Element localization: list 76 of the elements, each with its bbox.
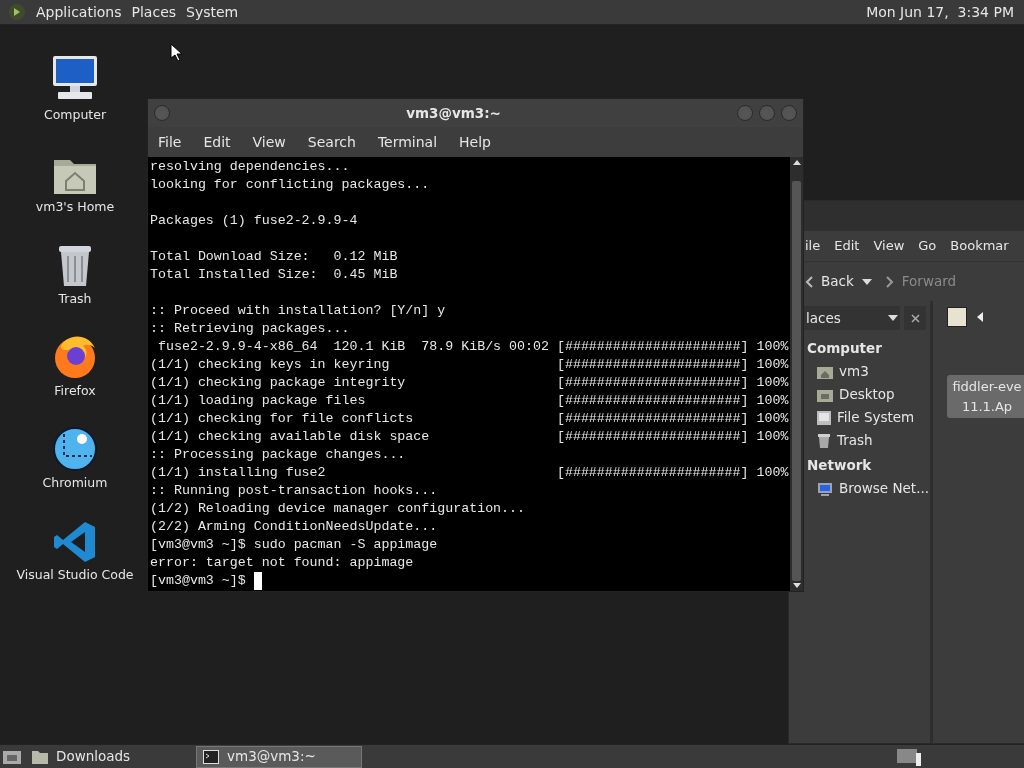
menu-item[interactable]: Go (918, 236, 937, 256)
workspace-switcher-icon[interactable] (896, 746, 922, 767)
back-button[interactable]: Back (805, 271, 854, 292)
close-pane-button[interactable] (904, 306, 926, 330)
mouse-pointer-icon (170, 43, 182, 61)
menu-logo-icon[interactable] (8, 3, 26, 21)
side-pane-selector[interactable]: laces (804, 306, 900, 330)
drive-icon (817, 410, 831, 425)
scrollbar[interactable] (790, 157, 803, 591)
desktop-icon-label[interactable]: Chromium (42, 474, 108, 493)
edit-icon[interactable] (947, 307, 967, 327)
desktop-icon-label[interactable]: Firefox (54, 382, 96, 401)
dropdown-caret-icon (888, 315, 898, 321)
terminal-line: error: target not found: appimage (150, 554, 414, 572)
file-label[interactable]: 11.1.Ap (961, 396, 1013, 416)
desktop-icon-label[interactable]: Computer (43, 106, 107, 125)
terminal-line: Total Download Size: 0.12 MiB (150, 248, 398, 266)
menu-item[interactable]: View (873, 236, 905, 256)
terminal-line: fuse2-2.9.9-4-x86_64 120.1 KiB 78.9 KiB/s 00:02 [######################] 100% (156, 338, 789, 356)
sidebar-item[interactable]: Browse Net... (807, 477, 930, 500)
sidebar-item[interactable]: Desktop (807, 383, 930, 406)
terminal-line: :: Running post-transaction hooks... (150, 482, 438, 500)
terminal-line: [vm3@vm3 ~]$ (150, 572, 247, 590)
terminal-line: (1/1) checking for file conflicts [######################] 100% (150, 410, 789, 428)
terminal-line: (1/1) loading package files [######################] 100% (150, 392, 789, 410)
terminal-icon (203, 749, 219, 764)
code-editor-icon (53, 520, 97, 564)
left-arrow-icon[interactable] (977, 312, 983, 322)
desktop-icon-label[interactable]: Visual Studio Code (16, 566, 134, 585)
menu-item[interactable]: Terminal (377, 131, 438, 153)
menu-item[interactable]: Help (459, 131, 491, 153)
trash-icon (817, 433, 831, 448)
folder-icon (817, 387, 833, 402)
terminal-line: Packages (1) fuse2-2.9.9-4 (150, 212, 358, 230)
dropdown-caret-icon[interactable] (861, 278, 872, 285)
terminal-line: (1/1) checking keys in keyring [######################] 100% (150, 356, 789, 374)
panel-menu[interactable]: System (186, 1, 239, 23)
menu-item[interactable]: Edit (834, 236, 860, 256)
terminal-line: :: Processing package changes... (150, 446, 406, 464)
terminal-line: looking for conflicting packages... (150, 176, 430, 194)
menu-item[interactable]: Search (307, 131, 356, 153)
terminal-line: (1/2) Reloading device manager configuration... (150, 500, 526, 518)
close-icon (910, 313, 920, 323)
home-folder-icon (817, 364, 833, 379)
network-icon (817, 481, 833, 496)
clock[interactable]: Mon Jun 17, 3:34 PM (866, 1, 1016, 23)
terminal-line: :: Proceed with installation? [Y/n] y (150, 302, 446, 320)
window-title: vm3@vm3:~ (405, 103, 502, 123)
terminal-line: (2/2) Arming ConditionNeedsUpdate... (150, 518, 438, 536)
menu-item[interactable]: Bookmar (950, 236, 1009, 256)
scroll-down-icon[interactable] (792, 583, 801, 588)
terminal-line: :: Retrieving packages... (150, 320, 350, 338)
menu-item[interactable]: ile (805, 236, 821, 256)
sidebar-heading: Computer (807, 339, 883, 359)
panel-menu[interactable]: Places (131, 1, 177, 23)
menu-item[interactable]: View (252, 131, 286, 153)
terminal-line: (1/1) checking package integrity [######################] 100% (150, 374, 789, 392)
terminal-line: Total Installed Size: 0.45 MiB (150, 266, 398, 284)
scroll-up-icon[interactable] (792, 160, 801, 165)
globe-icon (52, 426, 98, 472)
file-label[interactable]: fiddler-eve (952, 377, 1022, 397)
sidebar-item[interactable]: vm3 (807, 360, 930, 383)
menu-item[interactable]: Edit (203, 131, 231, 153)
desktop-icon-label[interactable]: vm3's Home (35, 198, 115, 217)
menu-item[interactable]: File (158, 131, 182, 153)
terminal-line: resolving dependencies... (150, 158, 350, 176)
terminal-line: (1/1) checking available disk space [######################] 100% (150, 428, 789, 446)
folder-icon (32, 749, 48, 764)
taskbar-button[interactable]: vm3@vm3:~ (196, 745, 362, 768)
sidebar-heading: Network (807, 456, 873, 476)
sidebar-item[interactable]: Trash (807, 429, 930, 452)
terminal-line: [vm3@vm3 ~]$ sudo pacman -S appimage (150, 536, 438, 554)
desktop-icon-label[interactable]: Trash (58, 290, 92, 309)
panel-menu[interactable]: Applications (36, 1, 122, 23)
sidebar-item[interactable]: File System (807, 406, 930, 429)
terminal-line: (1/1) installing fuse2 [######################] 100% (150, 464, 789, 482)
